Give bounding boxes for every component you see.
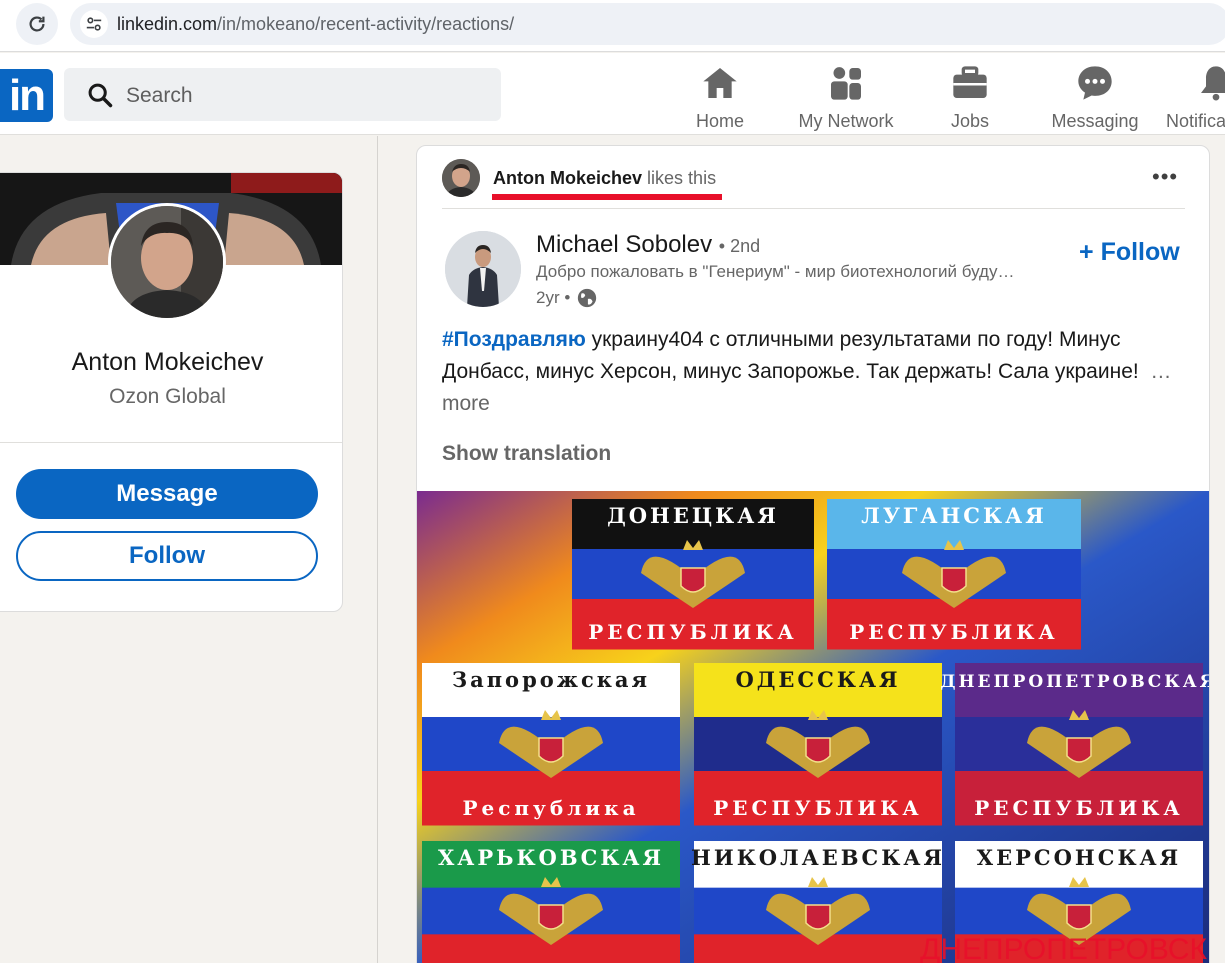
flag-title: ЛУГАНСКАЯ — [861, 503, 1047, 528]
nav-my-network[interactable]: My Network — [790, 63, 902, 133]
browser-toolbar: linkedin.com/in/mokeano/recent-activity/… — [0, 0, 1225, 52]
flag-subtitle: РЕСПУБЛИКА — [713, 796, 922, 820]
plus-icon: + — [1079, 238, 1094, 266]
nav-jobs[interactable]: Jobs — [945, 63, 995, 133]
flag-title: ХАРЬКОВСКАЯ — [438, 845, 664, 870]
show-translation-button[interactable]: Show translation — [442, 442, 611, 466]
globe-icon — [578, 288, 597, 308]
briefcase-icon — [953, 66, 987, 98]
follow-label: Follow — [1100, 238, 1180, 266]
search-icon — [88, 83, 113, 108]
post-meta: 2yr • — [536, 287, 598, 309]
nav-label: Jobs — [950, 111, 990, 131]
highlight-underline — [492, 194, 722, 200]
url-host: linkedin.com — [117, 14, 218, 34]
activity-header: Anton Mokeichev likes this ••• — [417, 146, 1209, 208]
post-body: #Поздравляю украину404 с отличными резул… — [442, 324, 1182, 420]
home-icon — [703, 68, 737, 98]
author-name[interactable]: Michael Sobolev • 2nd — [536, 231, 760, 259]
flag-subtitle: Республика — [462, 796, 639, 820]
flag-subtitle: РЕСПУБЛИКА — [588, 620, 797, 644]
flag-2: ЛУГАНСКАЯ РЕСПУБЛИКА — [827, 499, 1081, 650]
nav-label: Home — [695, 111, 744, 131]
more-options-icon[interactable]: ••• — [1152, 164, 1178, 190]
flag-title: ОДЕССКАЯ — [735, 667, 900, 692]
profile-card: Anton Mokeichev Ozon Global Message Foll… — [0, 172, 343, 612]
nav-label: Notifica — [1166, 111, 1225, 131]
hashtag-link[interactable]: #Поздравляю — [442, 328, 586, 351]
profile-company: Ozon Global — [109, 385, 226, 408]
flag-4: ОДЕССКАЯ РЕСПУБЛИКА — [694, 663, 942, 826]
activity-verb: likes this — [647, 168, 717, 188]
url-path: /in/mokeano/recent-activity/reactions/ — [217, 14, 515, 34]
actor-name[interactable]: Anton Mokeichev — [493, 168, 642, 188]
flag-5: ДНЕПРОПЕТРОВСКАЯ РЕСПУБЛИКА — [940, 663, 1210, 826]
follow-button[interactable]: Follow — [16, 531, 318, 581]
activity-text: Anton Mokeichev likes this — [493, 168, 716, 189]
author-headline: Добро пожаловать в "Генериум" - мир биот… — [536, 262, 1015, 281]
flag-7: НИКОЛАЕВСКАЯ — [691, 841, 945, 963]
linkedin-logo[interactable]: in — [0, 69, 53, 122]
flag-title: ХЕРСОНСКАЯ — [977, 845, 1181, 870]
flag-subtitle: РЕСПУБЛИКА — [974, 796, 1183, 820]
follow-author-button[interactable]: + Follow — [1079, 238, 1180, 267]
nav-messaging[interactable]: Messaging — [1048, 63, 1142, 133]
flag-1: ДОНЕЦКАЯ РЕСПУБЛИКА — [572, 499, 814, 650]
actor-avatar[interactable] — [442, 159, 480, 197]
flag-3: Запорожская Республика — [422, 663, 680, 826]
flag-title: ДНЕПРОПЕТРОВСКАЯ — [940, 672, 1210, 692]
pane-divider — [377, 136, 378, 963]
site-info-icon[interactable] — [80, 10, 108, 38]
flag-6: ХАРЬКОВСКАЯ — [422, 841, 680, 963]
flag-collage: ДОНЕЦКАЯ РЕСПУБЛИКА ЛУГАНСКАЯ РЕСПУБЛИКА Зап… — [417, 491, 1210, 963]
connection-degree: • 2nd — [718, 236, 761, 256]
reload-icon — [29, 16, 45, 32]
nav-label: My Network — [798, 111, 894, 131]
nav-home[interactable]: Home — [692, 63, 748, 133]
author-avatar[interactable] — [445, 231, 521, 307]
nav-notifications[interactable]: Notifica — [1166, 63, 1225, 133]
divider — [442, 208, 1185, 209]
flag-title: Запорожская — [452, 667, 650, 692]
bell-icon — [1201, 66, 1225, 101]
search-input[interactable]: Search — [64, 68, 501, 121]
linkedin-header: in Search Home My Network Jobs Messaging… — [0, 53, 1225, 135]
flag-title: НИКОЛАЕВСКАЯ — [691, 845, 945, 870]
profile-name[interactable]: Anton Mokeichev — [1, 348, 334, 377]
nav-label: Messaging — [1051, 111, 1139, 131]
image-watermark: ДНЕПРОПЕТРОВСК — [920, 933, 1208, 963]
post-time: 2yr • — [536, 288, 571, 307]
post-image[interactable]: ДОНЕЦКАЯ РЕСПУБЛИКА ЛУГАНСКАЯ РЕСПУБЛИКА Зап… — [417, 491, 1210, 963]
flag-title: ДОНЕЦКАЯ — [607, 503, 779, 528]
network-icon — [831, 67, 861, 100]
url-text: linkedin.com/in/mokeano/recent-activity/… — [117, 14, 514, 35]
divider — [0, 442, 342, 443]
search-placeholder: Search — [126, 84, 193, 107]
message-button[interactable]: Message — [16, 469, 318, 519]
messaging-icon — [1078, 66, 1112, 100]
author-name-text[interactable]: Michael Sobolev — [536, 231, 712, 258]
flag-subtitle: РЕСПУБЛИКА — [849, 620, 1058, 644]
post-card: Anton Mokeichev likes this ••• Michael S… — [416, 145, 1210, 963]
address-bar[interactable]: linkedin.com/in/mokeano/recent-activity/… — [70, 3, 1225, 45]
profile-avatar[interactable] — [108, 203, 226, 321]
reload-button[interactable] — [16, 3, 58, 45]
